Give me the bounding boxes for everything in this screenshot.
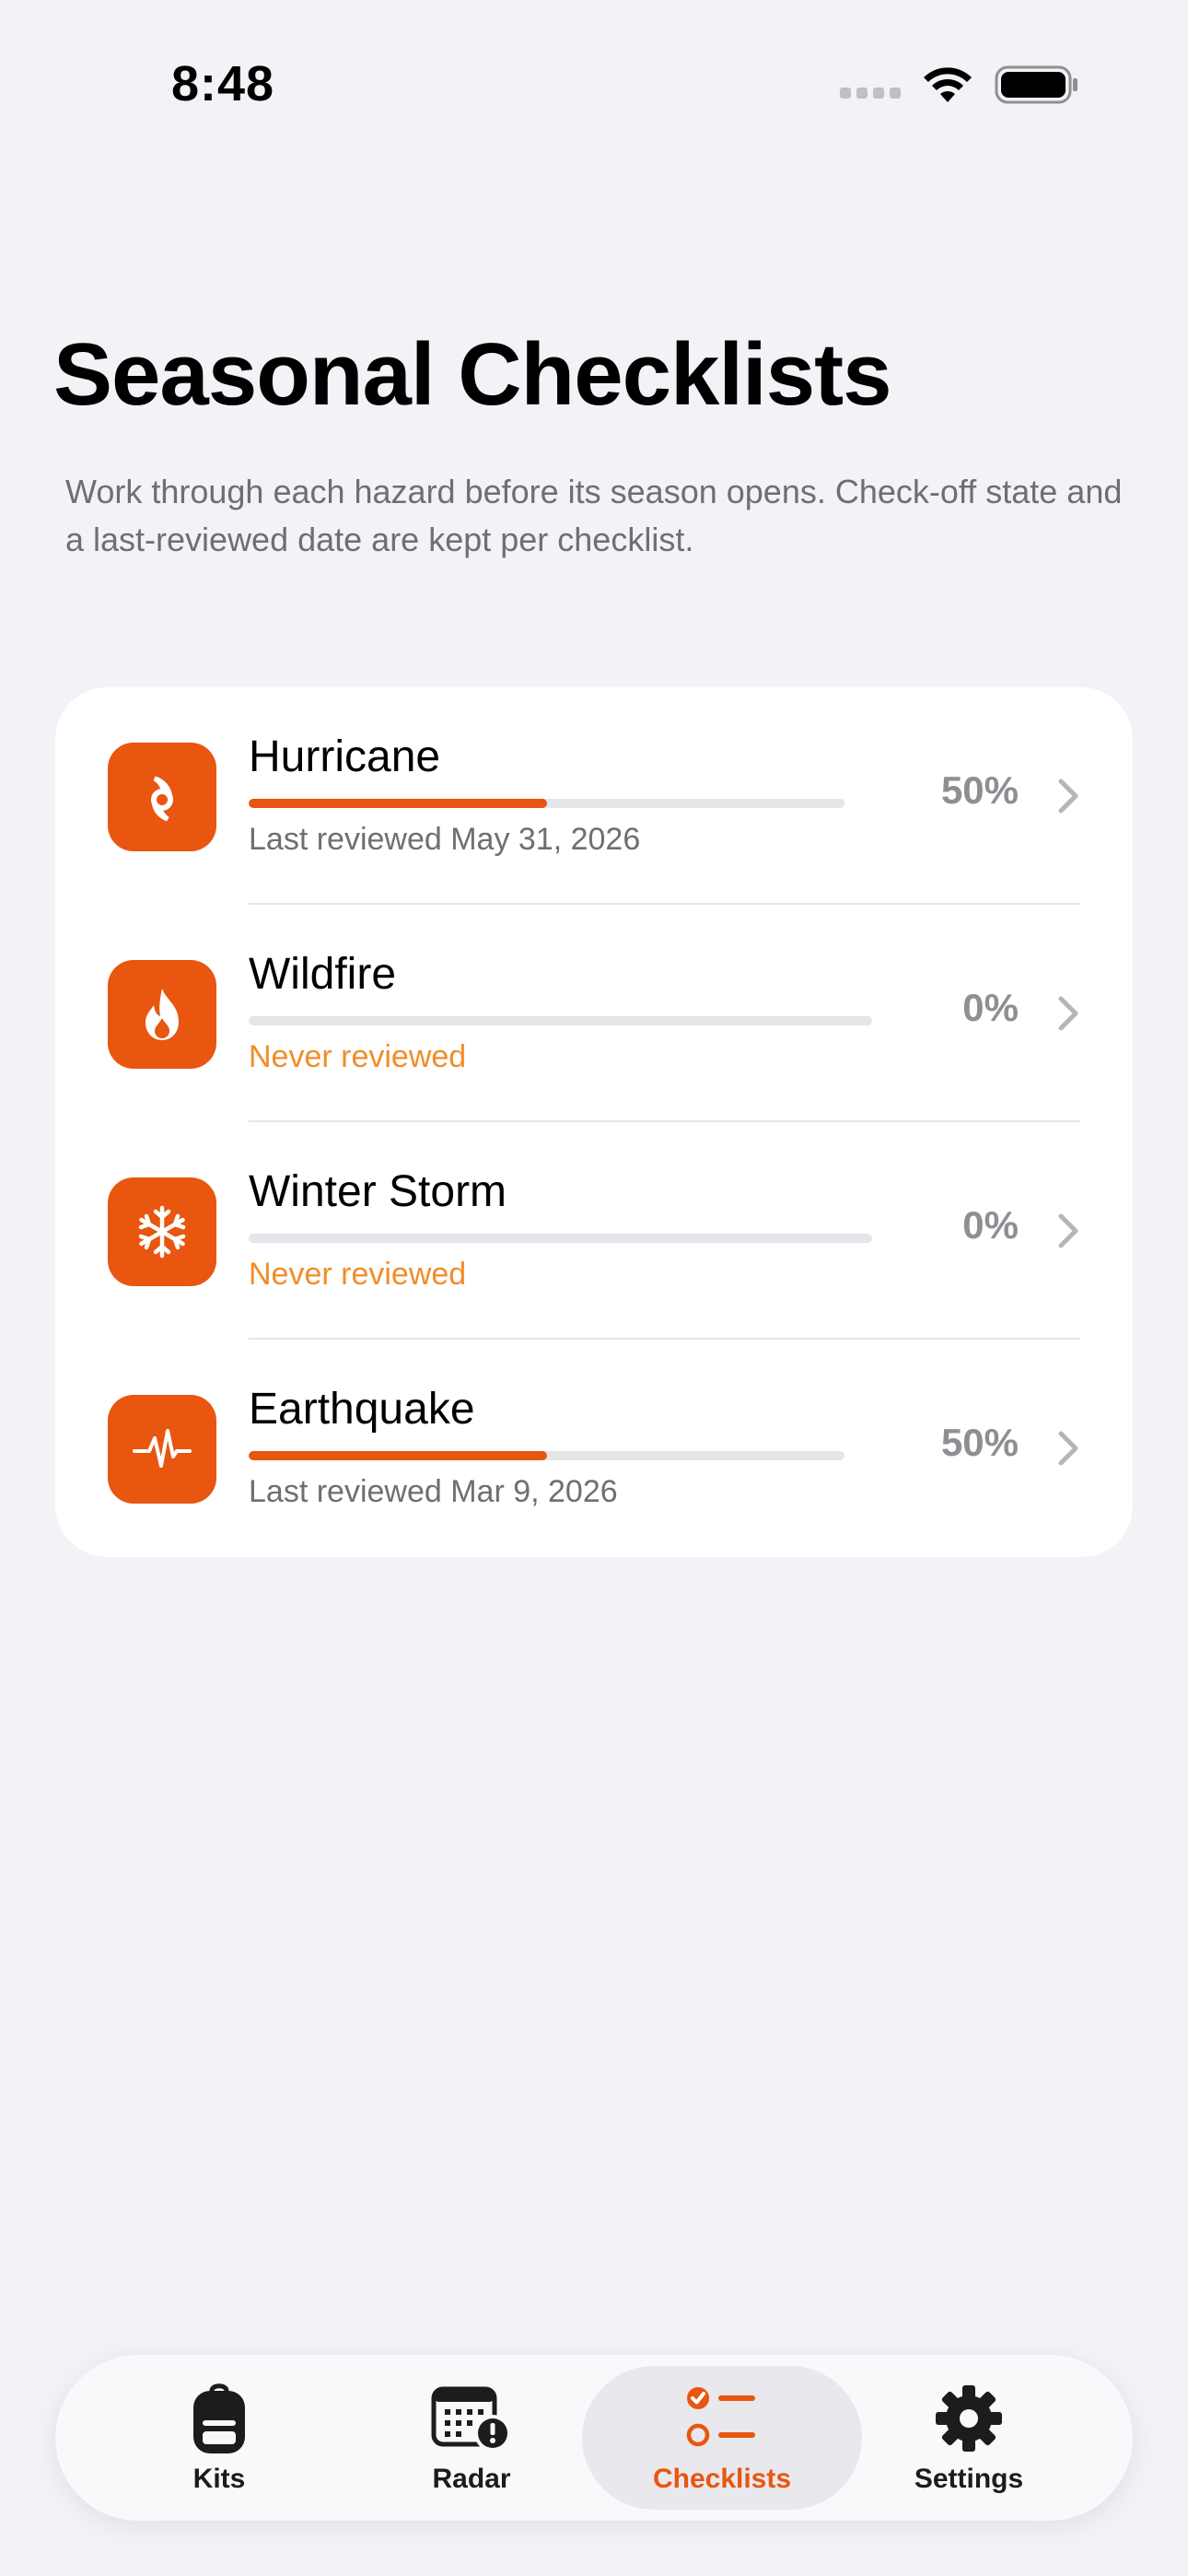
- checklist-row-hurricane[interactable]: Hurricane Last reviewed May 31, 2026 50%: [55, 687, 1133, 905]
- review-status: Never reviewed: [249, 1257, 467, 1292]
- tab-kits[interactable]: Kits: [79, 2366, 359, 2510]
- chevron-right-icon: [1058, 996, 1078, 1031]
- progress-track: [249, 1451, 844, 1460]
- page-subtitle: Work through each hazard before its seas…: [65, 473, 1123, 558]
- checklist-row-winter-storm[interactable]: Winter Storm Never reviewed 0%: [55, 1122, 1133, 1340]
- chevron-right-icon: [1058, 779, 1078, 814]
- progress-fill: [249, 799, 547, 808]
- review-status: Last reviewed Mar 9, 2026: [249, 1474, 618, 1509]
- checklist-row-wildfire[interactable]: Wildfire Never reviewed 0%: [55, 905, 1133, 1122]
- checklist-row-earthquake[interactable]: Earthquake Last reviewed Mar 9, 2026 50%: [55, 1340, 1133, 1557]
- progress-track: [249, 1016, 872, 1025]
- checklist-name: Winter Storm: [249, 1167, 507, 1216]
- review-status: Last reviewed May 31, 2026: [249, 822, 641, 857]
- screen: 8:48 Seasonal Checklists Work through ea…: [0, 0, 1188, 2576]
- progress-fill: [249, 1451, 547, 1460]
- percent-label: 0%: [962, 1203, 1019, 1247]
- checklist-name: Earthquake: [249, 1385, 475, 1434]
- tab-checklists[interactable]: Checklists: [582, 2366, 862, 2510]
- chevron-right-icon: [1058, 1213, 1078, 1248]
- progress-track: [249, 1234, 872, 1243]
- status-time: 8:48: [171, 56, 275, 111]
- percent-label: 50%: [940, 768, 1019, 812]
- percent-label: 0%: [962, 986, 1019, 1029]
- hurricane-icon: [108, 743, 216, 851]
- status-indicators: [840, 64, 1079, 105]
- checklist-card: Hurricane Last reviewed May 31, 2026 50%…: [55, 687, 1133, 1557]
- tab-settings[interactable]: Settings: [829, 2366, 1109, 2510]
- tab-label: Checklists: [652, 2464, 792, 2494]
- checklist-name: Wildfire: [249, 950, 397, 999]
- tab-radar[interactable]: Radar: [332, 2366, 611, 2510]
- snowflake-icon: [108, 1177, 216, 1286]
- checklist-name: Hurricane: [249, 732, 441, 781]
- battery-icon: [995, 65, 1077, 104]
- review-status: Never reviewed: [249, 1039, 467, 1074]
- wifi-icon: [924, 67, 972, 102]
- progress-track: [249, 799, 844, 808]
- page-title: Seasonal Checklists: [53, 325, 891, 424]
- checklist-icon: [685, 2379, 759, 2458]
- percent-label: 50%: [940, 1421, 1019, 1464]
- cellular-signal-icon: [840, 88, 901, 99]
- backpack-icon: [192, 2379, 247, 2458]
- gear-icon: [935, 2379, 1003, 2458]
- waveform-icon: [108, 1395, 216, 1504]
- calendar-alert-icon: [430, 2379, 513, 2458]
- tab-label: Radar: [432, 2464, 511, 2494]
- chevron-right-icon: [1058, 1431, 1078, 1466]
- tab-label: Kits: [192, 2464, 246, 2494]
- tab-bar: Kits Radar Checklists Settings: [55, 2355, 1133, 2521]
- flame-icon: [108, 960, 216, 1069]
- tab-label: Settings: [914, 2464, 1024, 2494]
